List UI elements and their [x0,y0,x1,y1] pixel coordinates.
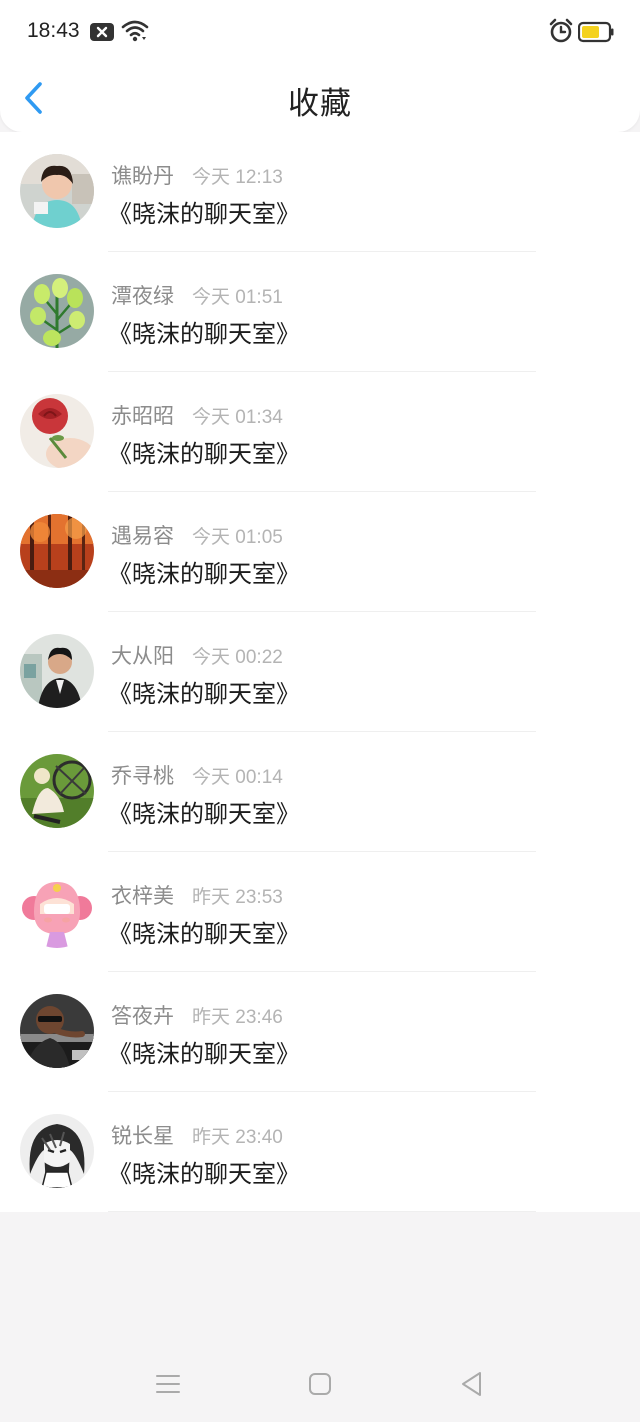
header: 收藏 [0,64,640,132]
message-title: 《晓沫的聊天室》 [108,920,300,948]
wifi-icon [121,20,149,42]
sender-name: 乔寻桃 [111,764,174,788]
divider [108,1211,536,1212]
sender-name: 答夜卉 [111,1004,174,1028]
avatar [20,394,94,468]
timestamp: 今天 12:13 [192,167,283,188]
alarm-icon [549,18,573,43]
list-item[interactable]: 赤昭昭 今天 01:34 《晓沫的聊天室》 [0,372,640,492]
page-title: 收藏 [288,86,352,122]
sender-name: 赤昭昭 [111,404,174,428]
status-time: 18:43 [27,19,80,42]
battery-icon [578,21,614,43]
avatar [20,994,94,1068]
timestamp: 今天 01:51 [192,287,283,308]
status-bar: 18:43 [0,0,640,64]
sender-name: 锐长星 [111,1124,174,1148]
avatar [20,874,94,948]
sender-name: 大从阳 [111,644,174,668]
back-triangle-icon[interactable] [458,1370,486,1398]
home-square-icon[interactable] [306,1370,334,1398]
message-title: 《晓沫的聊天室》 [108,200,300,228]
avatar [20,154,94,228]
timestamp: 昨天 23:53 [192,887,283,908]
favorites-list: 谯盼丹 今天 12:13 《晓沫的聊天室》 潭夜绿 今天 01:51 《晓沫的聊… [0,132,640,1212]
message-title: 《晓沫的聊天室》 [108,440,300,468]
avatar [20,754,94,828]
list-item[interactable]: 答夜卉 昨天 23:46 《晓沫的聊天室》 [0,972,640,1092]
list-item[interactable]: 谯盼丹 今天 12:13 《晓沫的聊天室》 [0,132,640,252]
list-item[interactable]: 遇易容 今天 01:05 《晓沫的聊天室》 [0,492,640,612]
avatar [20,274,94,348]
sender-name: 谯盼丹 [111,164,174,188]
sender-name: 遇易容 [111,524,174,548]
message-title: 《晓沫的聊天室》 [108,560,300,588]
message-title: 《晓沫的聊天室》 [108,1160,300,1188]
screen: 18:43 收藏 谯盼丹 今天 12:13 《晓沫的聊天室》 潭夜绿 今天 01… [0,0,640,1422]
timestamp: 昨天 23:46 [192,1007,283,1028]
message-title: 《晓沫的聊天室》 [108,800,300,828]
list-item[interactable]: 锐长星 昨天 23:40 《晓沫的聊天室》 [0,1092,640,1212]
timestamp: 今天 01:34 [192,407,283,428]
timestamp: 今天 01:05 [192,527,283,548]
navigation-bar [0,1340,640,1422]
list-item[interactable]: 衣梓美 昨天 23:53 《晓沫的聊天室》 [0,852,640,972]
list-item[interactable]: 潭夜绿 今天 01:51 《晓沫的聊天室》 [0,252,640,372]
message-title: 《晓沫的聊天室》 [108,680,300,708]
sender-name: 衣梓美 [111,884,174,908]
sender-name: 潭夜绿 [111,284,174,308]
top-bar: 18:43 收藏 [0,0,640,132]
avatar [20,634,94,708]
timestamp: 今天 00:22 [192,647,283,668]
notification-x-icon [90,23,114,41]
avatar [20,1114,94,1188]
avatar [20,514,94,588]
message-title: 《晓沫的聊天室》 [108,320,300,348]
menu-icon[interactable] [154,1370,182,1398]
message-title: 《晓沫的聊天室》 [108,1040,300,1068]
timestamp: 昨天 23:40 [192,1127,283,1148]
list-item[interactable]: 大从阳 今天 00:22 《晓沫的聊天室》 [0,612,640,732]
timestamp: 今天 00:14 [192,767,283,788]
list-item[interactable]: 乔寻桃 今天 00:14 《晓沫的聊天室》 [0,732,640,852]
